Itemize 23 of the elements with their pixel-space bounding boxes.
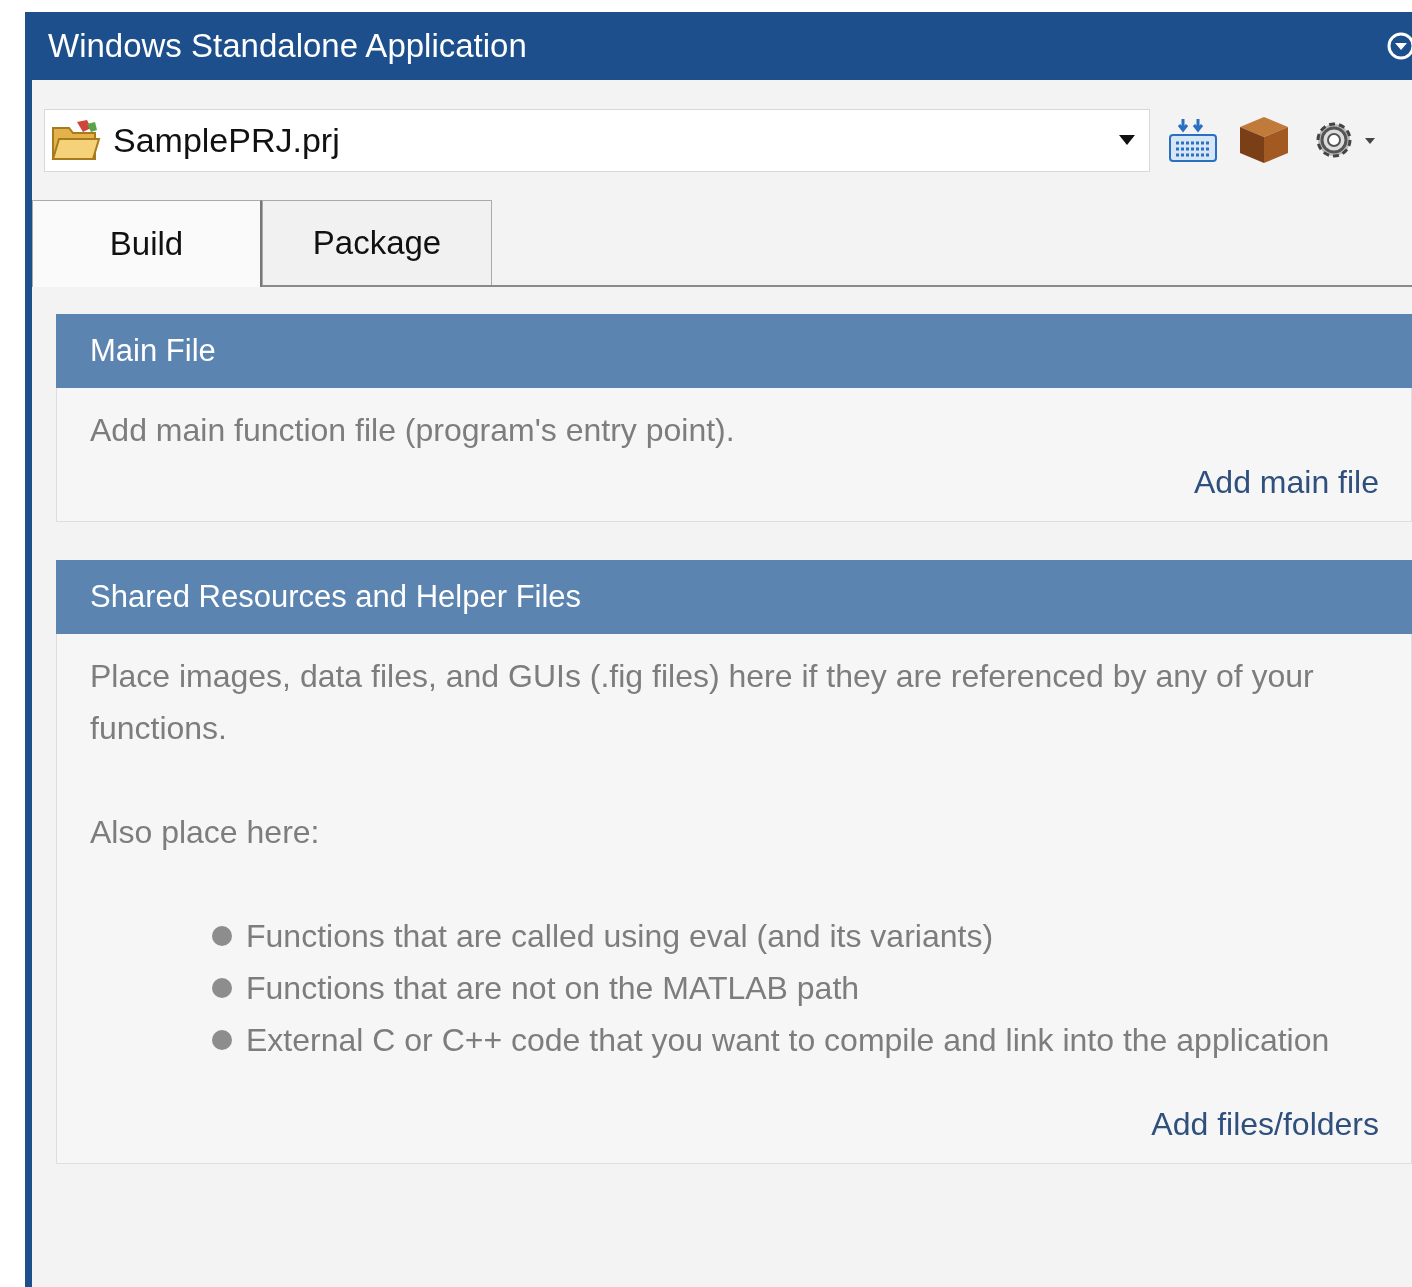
keyboard-icon[interactable] [1168,117,1218,163]
bullet-text: Functions that are not on the MATLAB path [246,969,860,1008]
add-link[interactable]: Add main file [1194,464,1379,501]
box-icon[interactable] [1238,115,1290,165]
folder-icon [51,118,101,162]
bullet-icon [212,978,232,998]
caret-icon [1119,135,1135,145]
description-text: Place images, data files, and GUIs (.fig files) here if they are referenced by any of your functions. [90,657,1315,748]
tab[interactable]: Package [262,200,492,285]
add-link[interactable]: Add files/folders [1151,1106,1379,1143]
bullet-text: Functions that are called using eval (and its variants) [246,917,994,956]
tab[interactable]: Build [32,200,262,287]
collapse-icon[interactable] [1386,31,1412,61]
description-text: Also place here: [90,813,321,852]
bullet-text: External C or C++ code that you want to compile and link into the application [246,1021,1330,1060]
bullet-icon [212,1030,232,1050]
section-header: Shared Resources and Helper Files [56,560,1412,634]
project-dropdown[interactable]: SamplePRJ.prj [44,108,1150,172]
bullet-icon [212,926,232,946]
section-header: Main File [56,314,1412,388]
window-title: Windows Standalone Application [48,27,527,65]
description-text: Add main function file (program's entry point). [90,411,736,450]
project-name: SamplePRJ.prj [113,120,341,160]
